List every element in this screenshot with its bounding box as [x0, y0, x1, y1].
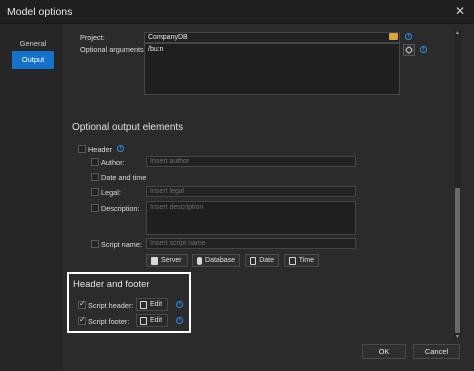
script-header-label: Script header: — [88, 301, 134, 310]
header-footer-title: Header and footer — [73, 279, 150, 290]
document-icon — [140, 316, 147, 325]
legal-field[interactable]: Insert legal — [146, 186, 356, 197]
sidebar: General Output — [0, 24, 62, 371]
date-time-checkbox[interactable] — [91, 173, 99, 181]
header-checkbox[interactable] — [78, 145, 86, 153]
edit-label: Edit — [150, 301, 163, 308]
author-field[interactable]: Insert author — [146, 156, 356, 167]
description-label: Description: — [101, 204, 140, 213]
close-icon[interactable]: ✕ — [452, 3, 468, 19]
legal-checkbox[interactable] — [91, 188, 99, 196]
optional-arguments-field[interactable]: /bu:n — [144, 43, 400, 95]
date-button-label: Date — [259, 257, 274, 264]
sidebar-item-output[interactable]: Output — [12, 51, 54, 69]
author-checkbox[interactable] — [91, 158, 99, 166]
time-button[interactable]: Time — [284, 254, 319, 267]
window-title: Model options — [7, 6, 73, 18]
script-name-label: Script name: — [101, 240, 142, 249]
edit-label: Edit — [150, 317, 163, 324]
header-label: Header — [88, 145, 112, 154]
description-checkbox[interactable] — [91, 204, 99, 212]
scrollbar-thumb[interactable] — [455, 188, 460, 333]
scroll-up-icon[interactable]: ▲ — [454, 30, 461, 36]
info-icon[interactable]: i — [117, 145, 124, 152]
info-icon[interactable]: i — [176, 301, 183, 308]
legal-label: Legal: — [101, 188, 121, 197]
script-footer-edit-button[interactable]: Edit — [136, 314, 168, 327]
script-header-checkbox[interactable] — [78, 299, 86, 309]
link-button[interactable] — [403, 44, 415, 56]
link-icon — [404, 45, 414, 55]
server-icon — [151, 256, 158, 265]
project-label: Project: — [80, 33, 105, 42]
time-button-label: Time — [298, 257, 314, 264]
script-name-field[interactable]: Insert script name — [146, 238, 356, 249]
server-button[interactable]: Server — [146, 254, 188, 267]
main-panel: Project: CompanyDB i Optional arguments:… — [62, 24, 474, 371]
script-name-checkbox[interactable] — [91, 240, 99, 248]
script-footer-label: Script footer: — [88, 317, 130, 326]
ok-button[interactable]: OK — [362, 344, 406, 359]
date-time-label: Date and time — [101, 173, 147, 182]
scroll-down-icon[interactable]: ▼ — [454, 334, 461, 340]
author-label: Author: — [101, 158, 125, 167]
database-button-label: Database — [205, 257, 235, 264]
project-field[interactable]: CompanyDB — [144, 32, 400, 43]
date-button[interactable]: Date — [245, 254, 279, 267]
folder-icon[interactable] — [389, 33, 398, 40]
info-icon[interactable]: i — [405, 33, 412, 40]
script-footer-checkbox[interactable] — [78, 315, 86, 325]
info-icon[interactable]: i — [176, 317, 183, 324]
header-footer-section: Header and footer Script header: Edit i … — [67, 272, 191, 333]
optional-output-title: Optional output elements — [72, 122, 184, 133]
document-icon — [140, 300, 147, 309]
database-icon — [197, 256, 203, 265]
script-header-edit-button[interactable]: Edit — [136, 298, 168, 311]
cancel-button[interactable]: Cancel — [413, 344, 460, 359]
server-button-label: Server — [161, 257, 182, 264]
calendar-icon — [250, 256, 257, 265]
clock-icon — [289, 256, 296, 265]
title-bar: Model options ✕ — [0, 0, 474, 24]
description-field[interactable]: Insert description — [146, 201, 356, 235]
info-icon[interactable]: i — [420, 46, 427, 53]
optional-arguments-label: Optional arguments: — [80, 45, 146, 54]
database-button[interactable]: Database — [192, 254, 240, 267]
